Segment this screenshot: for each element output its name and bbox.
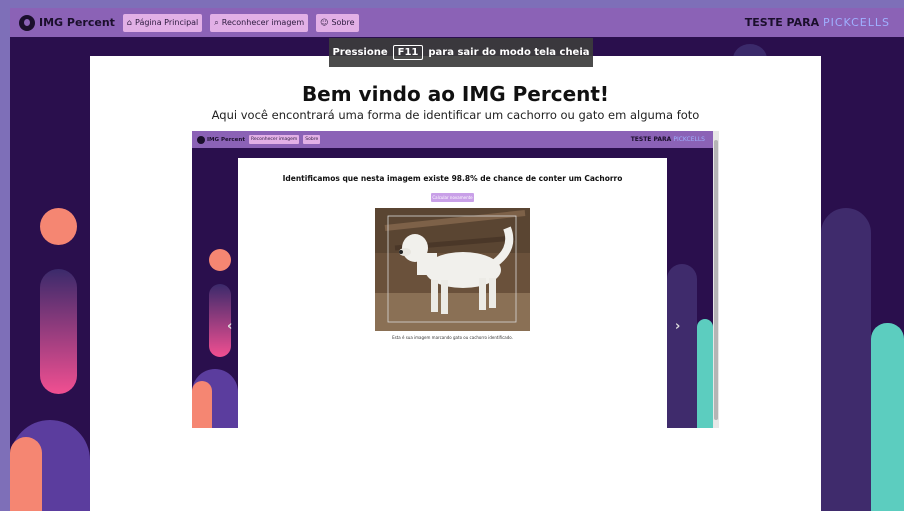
brand[interactable]: IMG Percent [19,14,115,31]
slide-deco-right-teal [697,319,713,428]
nav-home-label: Página Principal [135,18,199,27]
slide-test-label: TESTE PARA PICKCELLS [631,136,705,143]
slide-nav-about: Sobre [303,135,321,144]
result-text: Identificamos que nesta imagem existe 98… [282,174,623,183]
recalculate-button: Calcular novamente [431,193,474,202]
carousel-slide[interactable]: IMG Percent Reconhecer imagem Sobre TEST… [192,131,719,428]
slide-test-brand: PICKCELLS [673,136,705,143]
deco-salmon-circle [40,208,77,245]
deco-right-teal-pill [871,323,904,511]
nav-recognize-label: Reconhecer imagem [221,18,305,27]
slide-nav-recognize: Reconhecer imagem [248,135,300,144]
test-prefix: TESTE PARA [744,16,820,29]
slide-deco-circle [209,249,231,271]
deco-gradient-pill [40,269,77,394]
slide-scrollbar-thumb [714,140,718,420]
slide-paw-logo-icon [197,135,205,144]
nav-home-button[interactable]: ⌂ Página Principal [122,13,203,32]
deco-left-salmon-bar [10,437,42,511]
slide-scrollbar [713,131,719,428]
test-brand: PICKCELLS [822,16,890,29]
dog-photo [375,208,530,331]
slide-test-prefix: TESTE PARA [630,136,672,143]
paw-logo-icon [19,14,35,31]
carousel-next-arrow[interactable]: › [675,319,680,334]
users-icon: ☺ [320,18,329,27]
slide-deco-right-pill [667,264,697,428]
deco-right-dark-pill [821,208,871,511]
window-top-strip [0,0,904,8]
fullscreen-notice: Pressione F11 para sair do modo tela che… [329,38,593,67]
nav-about-button[interactable]: ☺ Sobre [316,13,359,32]
nav-about-label: Sobre [331,18,355,27]
brand-name: IMG Percent [39,16,115,29]
slide-card: Identificamos que nesta imagem existe 98… [238,158,667,428]
slide-navbar: IMG Percent Reconhecer imagem Sobre TEST… [192,131,719,148]
slide-brand: IMG Percent [197,135,245,144]
window-left-strip [0,0,10,511]
test-label: TESTE PARA PICKCELLS [745,16,890,29]
home-icon: ⌂ [126,18,132,27]
carousel-prev-arrow[interactable]: ‹ [227,319,232,334]
search-icon: ⌕ [214,17,219,27]
nav-recognize-button[interactable]: ⌕ Reconhecer imagem [210,13,309,32]
notice-suffix: para sair do modo tela cheia [428,47,590,58]
slide-deco-salmon [192,381,212,428]
notice-prefix: Pressione [332,47,388,58]
navbar: IMG Percent ⌂ Página Principal ⌕ Reconhe… [10,8,904,37]
image-caption: Esta é sua imagem marcando gato ou cacho… [392,335,513,340]
page-subtitle: Aqui você encontrará uma forma de identi… [211,108,700,122]
slide-brand-name: IMG Percent [207,136,245,143]
page-title: Bem vindo ao IMG Percent! [301,82,610,106]
dog-illustration [375,208,530,331]
f11-key: F11 [392,45,424,60]
